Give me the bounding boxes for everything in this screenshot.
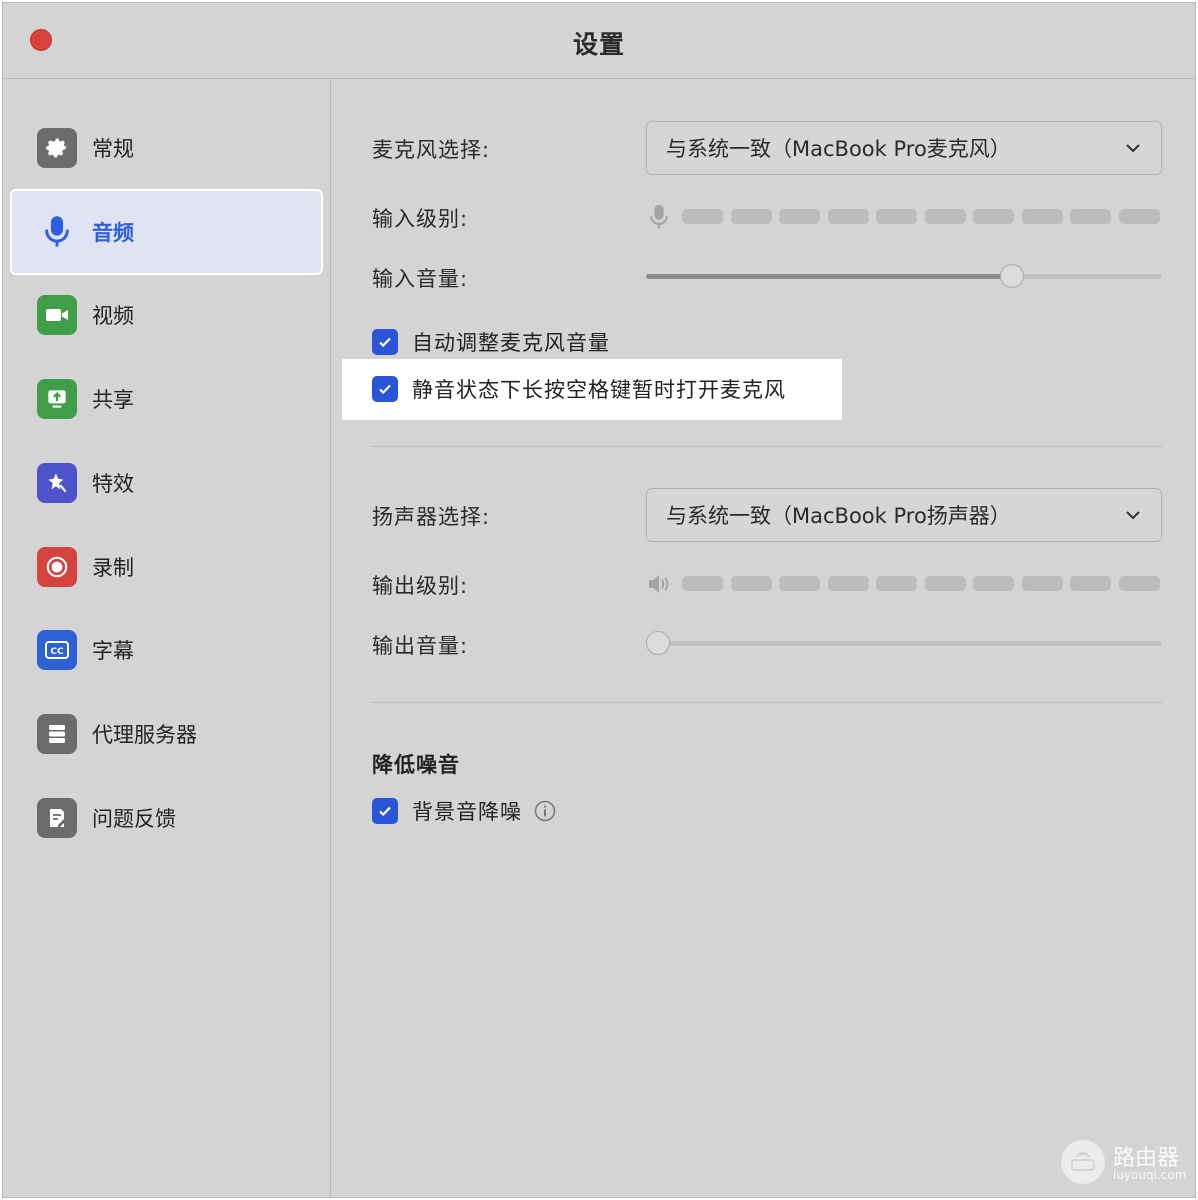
- sidebar-item-audio[interactable]: 音频: [10, 189, 323, 275]
- feedback-icon: [37, 798, 77, 838]
- background-noise-row: 背景音降噪: [372, 796, 556, 826]
- auto-adjust-label: 自动调整麦克风音量: [412, 331, 610, 355]
- divider: [372, 446, 1162, 447]
- output-volume-slider[interactable]: [646, 631, 1162, 655]
- background-noise-checkbox[interactable]: [372, 798, 398, 824]
- divider: [372, 702, 1162, 703]
- sidebar-item-general[interactable]: 常规: [12, 107, 321, 189]
- space-unmute-label: 静音状态下长按空格键暂时打开麦克风: [412, 378, 786, 402]
- sidebar-item-label: 特效: [92, 472, 134, 496]
- settings-window: 设置 常规 音频 视频 共享 特效 录制 CC 字幕 代理服务器 问题反馈 麦克…: [2, 2, 1196, 1198]
- router-logo-icon: [1061, 1140, 1105, 1184]
- slider-track: [646, 641, 1162, 646]
- sidebar-item-proxy[interactable]: 代理服务器: [12, 693, 321, 775]
- share-screen-icon: [37, 379, 77, 419]
- level-segment: [1070, 576, 1111, 591]
- sidebar-item-label: 录制: [92, 556, 134, 580]
- speaker-select-dropdown[interactable]: 与系统一致（MacBook Pro扬声器）: [646, 488, 1162, 542]
- slider-thumb[interactable]: [1000, 264, 1025, 288]
- level-segment: [1021, 576, 1063, 591]
- auto-adjust-row: 自动调整麦克风音量: [372, 327, 610, 357]
- input-level-meter: [646, 204, 1162, 229]
- level-segment: [876, 209, 917, 224]
- slider-thumb[interactable]: [646, 631, 670, 655]
- sidebar-item-label: 共享: [92, 388, 134, 412]
- noise-section-title: 降低噪音: [372, 753, 460, 777]
- sidebar-item-label: 常规: [92, 137, 134, 161]
- level-segment: [973, 209, 1014, 224]
- level-segment: [730, 576, 772, 591]
- mic-select-value: 与系统一致（MacBook Pro麦克风）: [666, 137, 1011, 161]
- level-segment: [827, 209, 869, 224]
- sidebar-item-label: 视频: [92, 304, 134, 328]
- sidebar-item-label: 代理服务器: [92, 723, 197, 747]
- microphone-icon: [37, 212, 77, 252]
- speaker-icon: [649, 575, 669, 593]
- mic-select-dropdown[interactable]: 与系统一致（MacBook Pro麦克风）: [646, 121, 1162, 175]
- record-icon: [37, 547, 77, 587]
- input-volume-label: 输入音量:: [372, 267, 469, 291]
- gear-icon: [37, 128, 77, 168]
- sidebar-item-share[interactable]: 共享: [12, 358, 321, 440]
- level-segment: [973, 576, 1014, 591]
- level-segment: [1118, 576, 1160, 591]
- server-icon: [37, 714, 77, 754]
- level-segment: [730, 209, 772, 224]
- level-segment: [1070, 209, 1111, 224]
- speaker-select-label: 扬声器选择:: [372, 505, 491, 529]
- auto-adjust-checkbox[interactable]: [372, 329, 398, 355]
- input-level-label: 输入级别:: [372, 207, 469, 231]
- output-level-label: 输出级别:: [372, 574, 469, 598]
- slider-fill: [646, 274, 1013, 279]
- level-segment: [682, 576, 723, 591]
- watermark-logo: 路由器 luyouqi.com: [1061, 1140, 1191, 1190]
- output-volume-label: 输出音量:: [372, 634, 469, 658]
- level-segment: [682, 209, 723, 224]
- chevron-down-icon: [1126, 144, 1140, 153]
- sidebar-item-label: 字幕: [92, 639, 134, 663]
- chevron-down-icon: [1126, 511, 1140, 520]
- checkmark-icon: [379, 337, 391, 348]
- level-segment: [1021, 209, 1063, 224]
- level-segment: [779, 576, 820, 591]
- sidebar-item-captions[interactable]: CC 字幕: [12, 609, 321, 691]
- sidebar-item-label: 问题反馈: [92, 807, 176, 831]
- mic-select-label: 麦克风选择:: [372, 138, 491, 162]
- level-segment: [1118, 209, 1160, 224]
- sidebar-item-effects[interactable]: 特效: [12, 442, 321, 524]
- sidebar-item-label: 音频: [92, 221, 134, 245]
- output-level-meter: [646, 571, 1162, 595]
- svg-text:CC: CC: [50, 647, 64, 657]
- audio-settings-panel: 麦克风选择: 与系统一致（MacBook Pro麦克风） 输入级别: 输入音量:…: [332, 80, 1195, 1197]
- level-segment: [779, 209, 820, 224]
- video-camera-icon: [37, 295, 77, 335]
- level-segment: [827, 576, 869, 591]
- sidebar: 常规 音频 视频 共享 特效 录制 CC 字幕 代理服务器 问题反馈: [3, 80, 331, 1197]
- input-volume-slider[interactable]: [646, 264, 1162, 288]
- space-unmute-checkbox[interactable]: [372, 376, 398, 402]
- speaker-select-value: 与系统一致（MacBook Pro扬声器）: [666, 504, 1011, 528]
- level-segment: [924, 576, 966, 591]
- microphone-icon: [650, 204, 668, 229]
- sidebar-item-video[interactable]: 视频: [12, 274, 321, 356]
- info-icon[interactable]: [534, 800, 556, 822]
- level-segment: [876, 576, 917, 591]
- watermark-subtitle: luyouqi.com: [1113, 1168, 1187, 1182]
- space-unmute-row: 静音状态下长按空格键暂时打开麦克风: [372, 374, 786, 404]
- closed-caption-icon: CC: [37, 630, 77, 670]
- level-segment: [924, 209, 966, 224]
- checkmark-icon: [379, 806, 391, 817]
- background-noise-label: 背景音降噪: [412, 800, 522, 824]
- title-bar: 设置: [3, 3, 1195, 79]
- sidebar-item-record[interactable]: 录制: [12, 526, 321, 608]
- sidebar-item-feedback[interactable]: 问题反馈: [12, 777, 321, 859]
- window-title: 设置: [572, 30, 625, 59]
- effects-star-icon: [37, 463, 77, 503]
- checkmark-icon: [379, 384, 391, 395]
